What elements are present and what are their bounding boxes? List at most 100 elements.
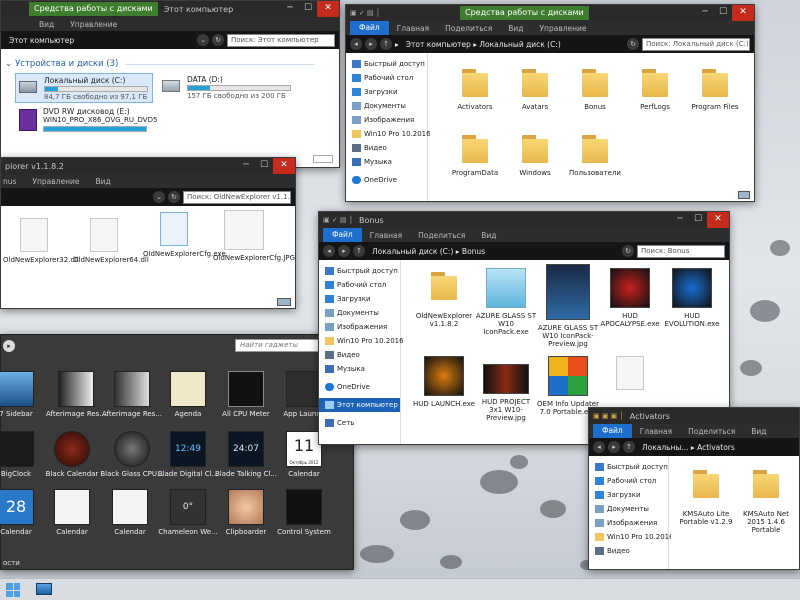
tab-view[interactable]: Вид bbox=[31, 20, 62, 29]
forward-arrow-icon[interactable]: ▸ bbox=[3, 340, 15, 352]
tab-view[interactable]: Вид bbox=[473, 231, 504, 240]
folder-item[interactable]: PerfLogs bbox=[624, 65, 686, 111]
folder-item[interactable]: Windows bbox=[504, 131, 566, 177]
tab-share[interactable]: Поделиться bbox=[680, 427, 743, 436]
drive-tile-e[interactable]: DVD RW дисковод (E:) WIN10_PRO_X86_OVG_R… bbox=[15, 107, 157, 137]
chevron-down-icon[interactable]: ⌄ bbox=[197, 34, 209, 46]
maximize-icon[interactable]: ☐ bbox=[299, 1, 317, 17]
nav-item[interactable]: Музыка bbox=[319, 362, 400, 376]
back-icon[interactable]: ◂ bbox=[350, 38, 362, 50]
up-icon[interactable]: ↑ bbox=[380, 38, 392, 50]
up-icon[interactable]: ↑ bbox=[353, 245, 365, 257]
tab-file[interactable]: Файл bbox=[323, 228, 362, 242]
maximize-icon[interactable]: ☐ bbox=[689, 212, 707, 228]
breadcrumb-part[interactable]: Этот компьютер bbox=[406, 40, 471, 49]
tab-view[interactable]: Вид bbox=[743, 427, 774, 436]
forward-icon[interactable]: ▸ bbox=[608, 441, 620, 453]
nav-item[interactable]: Музыка bbox=[346, 155, 427, 169]
close-icon[interactable]: ✕ bbox=[707, 212, 729, 228]
nav-item[interactable]: Рабочий стол bbox=[319, 278, 400, 292]
tab-manage[interactable]: Управление bbox=[531, 24, 594, 33]
search-input[interactable]: Поиск: OldNewExplorer v1.1... bbox=[183, 190, 291, 204]
breadcrumb[interactable]: Локальный диск (C:) ▸ Bonus bbox=[368, 247, 619, 256]
file-item[interactable]: AZURE GLASS ST W10 IconPack.exe bbox=[475, 268, 537, 336]
file-item[interactable]: HUD PROJECT 3x1 W10-Preview.jpg bbox=[475, 364, 537, 422]
search-input[interactable]: Поиск: Локальный диск (C:) bbox=[642, 37, 750, 51]
nav-item[interactable]: Видео bbox=[589, 544, 668, 558]
tab-manage[interactable]: Управление bbox=[24, 177, 87, 186]
view-toggle[interactable] bbox=[313, 155, 333, 163]
refresh-icon[interactable]: ↻ bbox=[212, 34, 224, 46]
nav-item[interactable]: OneDrive bbox=[319, 380, 400, 394]
nav-item[interactable]: Быстрый доступ bbox=[589, 460, 668, 474]
refresh-icon[interactable]: ↻ bbox=[168, 191, 180, 203]
nav-item[interactable]: Рабочий стол bbox=[346, 71, 427, 85]
nav-item[interactable]: Видео bbox=[346, 141, 427, 155]
close-icon[interactable]: ✕ bbox=[732, 5, 754, 21]
nav-item[interactable]: Загрузки bbox=[589, 488, 668, 502]
computer-icon[interactable] bbox=[36, 583, 52, 595]
breadcrumb-part[interactable]: Локальны... bbox=[642, 443, 689, 452]
nav-item[interactable]: Быстрый доступ bbox=[346, 57, 427, 71]
gadget-item[interactable]: Calendar bbox=[39, 489, 105, 536]
folder-item[interactable]: Avatars bbox=[504, 65, 566, 111]
minimize-icon[interactable]: ─ bbox=[237, 158, 255, 174]
tab-home[interactable]: Главная bbox=[362, 231, 410, 240]
tab-share[interactable]: Поделиться bbox=[437, 24, 500, 33]
file-item[interactable] bbox=[599, 356, 661, 394]
folder-item[interactable]: KMSAuto Net 2015 1.4.6 Portable bbox=[735, 466, 797, 534]
nav-item[interactable]: Win10 Pro 10.2016 bbox=[346, 127, 431, 141]
tab-drive-tools[interactable]: Средства работы с дисками bbox=[29, 2, 158, 16]
gadget-item[interactable]: Black Calendar bbox=[39, 431, 105, 478]
gadget-item[interactable]: 0° Chameleon We... bbox=[155, 489, 221, 536]
gadgets-footer[interactable]: ости bbox=[3, 559, 20, 567]
nav-item[interactable]: Документы bbox=[319, 306, 400, 320]
nav-item[interactable]: Документы bbox=[346, 99, 427, 113]
file-item[interactable]: OldNewExplorerCfg.JPG bbox=[213, 210, 295, 262]
tab-home[interactable]: Главная bbox=[389, 24, 437, 33]
file-item[interactable]: AZURE GLASS ST W10 IconPack-Preview.jpg bbox=[537, 264, 599, 348]
gadget-item[interactable]: 7 Sidebar bbox=[0, 371, 49, 418]
nav-item[interactable]: Win10 Pro 10.2016 bbox=[319, 334, 404, 348]
gadget-item[interactable]: 24:07 Blade Talking Cl... bbox=[213, 431, 279, 478]
breadcrumb-part[interactable]: Activators bbox=[697, 443, 735, 452]
drive-tile-c[interactable]: Локальный диск (C:) 84,7 ГБ свободно из … bbox=[15, 73, 153, 103]
nav-item[interactable]: Видео bbox=[319, 348, 400, 362]
collapse-chevron-icon[interactable]: ⌄ bbox=[5, 59, 12, 69]
nav-item[interactable]: Быстрый доступ bbox=[319, 264, 400, 278]
nav-item[interactable]: Изображения bbox=[319, 320, 400, 334]
breadcrumb[interactable]: Этот компьютер ▸ Локальный диск (C:) bbox=[402, 40, 624, 49]
refresh-icon[interactable]: ↻ bbox=[627, 38, 639, 50]
tab-view[interactable]: Вид bbox=[500, 24, 531, 33]
forward-icon[interactable]: ▸ bbox=[365, 38, 377, 50]
folder-item[interactable]: OldNewExplorer v1.1.8.2 bbox=[413, 268, 475, 328]
tab-view[interactable]: Вид bbox=[87, 177, 118, 186]
nav-item[interactable]: Загрузки bbox=[346, 85, 427, 99]
breadcrumb[interactable]: Этот компьютер bbox=[5, 36, 194, 45]
tab-share[interactable]: Поделиться bbox=[410, 231, 473, 240]
folder-item[interactable]: ProgramData bbox=[444, 131, 506, 177]
folder-item[interactable]: Program Files bbox=[684, 65, 746, 111]
minimize-icon[interactable]: ─ bbox=[671, 212, 689, 228]
nav-item[interactable]: OneDrive bbox=[346, 173, 427, 187]
nav-item-selected[interactable]: Этот компьютер bbox=[319, 398, 400, 412]
group-header[interactable]: ⌄ Устройства и диски (3) bbox=[5, 59, 316, 69]
nav-item[interactable]: Документы bbox=[589, 502, 668, 516]
minimize-icon[interactable]: ─ bbox=[696, 5, 714, 21]
folder-item[interactable]: Activators bbox=[444, 65, 506, 111]
refresh-icon[interactable]: ↻ bbox=[622, 245, 634, 257]
gadget-item[interactable]: 12:49 Blade Digital Cl... bbox=[155, 431, 221, 478]
gadget-item[interactable]: Agenda bbox=[155, 371, 221, 418]
breadcrumb-part[interactable]: Bonus bbox=[462, 247, 485, 256]
maximize-icon[interactable]: ☐ bbox=[714, 5, 732, 21]
gadget-item[interactable]: Clipboarder bbox=[213, 489, 279, 536]
breadcrumb[interactable]: Локальны... ▸ Activators bbox=[638, 443, 795, 452]
search-input[interactable]: Поиск: Bonus bbox=[637, 244, 725, 258]
nav-item[interactable]: Изображения bbox=[346, 113, 427, 127]
file-item[interactable]: HUD APOCALYPSE.exe bbox=[599, 268, 661, 328]
close-icon[interactable]: ✕ bbox=[317, 1, 339, 17]
tab-file[interactable]: Файл bbox=[350, 21, 389, 35]
tab-drive-tools[interactable]: Средства работы с дисками bbox=[459, 6, 589, 20]
file-item[interactable]: OldNewExplorer64.dll bbox=[73, 218, 149, 264]
tab-manage[interactable]: Управление bbox=[62, 20, 125, 29]
